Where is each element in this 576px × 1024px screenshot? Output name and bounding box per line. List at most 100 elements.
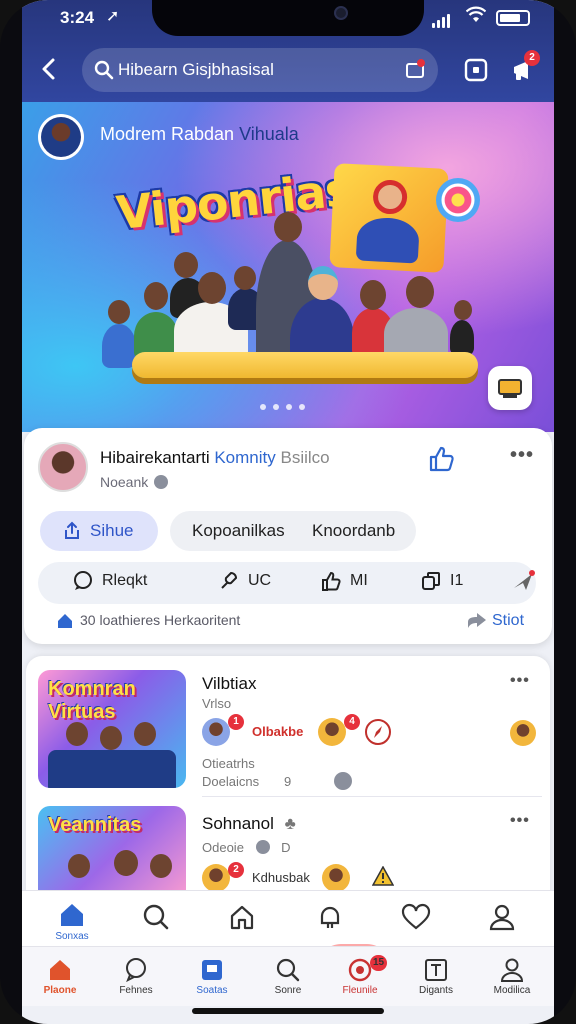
notch	[152, 0, 424, 36]
chip-avatar-2[interactable]	[322, 864, 350, 892]
house-icon	[58, 614, 72, 628]
person-icon	[500, 958, 524, 982]
tab-alerts[interactable]	[300, 903, 360, 931]
globe-icon	[255, 840, 270, 854]
tab-bar-primary: Sonxas	[22, 890, 554, 946]
tab-modilica[interactable]: Modilica	[482, 957, 542, 996]
chip-avatar-3[interactable]	[510, 720, 536, 746]
board-icon	[202, 960, 222, 980]
item-more-button[interactable]: •••	[510, 812, 530, 830]
like-button[interactable]	[426, 444, 456, 474]
person-icon	[489, 904, 515, 931]
bell-icon	[320, 906, 340, 928]
video-thumbnail[interactable]: Komnran Virtuas	[38, 670, 186, 788]
search-icon	[276, 958, 300, 982]
carousel-dots[interactable]	[260, 404, 305, 410]
search-icon	[94, 60, 114, 80]
post-author[interactable]: Hibairekantarti Komnity Bsiilco	[100, 448, 330, 468]
chip-avatar[interactable]	[202, 718, 230, 746]
tab-fleunile-badge: 15	[370, 955, 388, 971]
search-icon	[143, 904, 169, 930]
back-button[interactable]	[36, 56, 64, 84]
house-outline-icon	[230, 905, 254, 930]
divider	[202, 796, 542, 797]
send-icon	[514, 570, 535, 590]
chip-badge: 2	[228, 862, 244, 878]
item-meta: Vrlso	[202, 696, 232, 711]
notification-badge: 2	[524, 50, 540, 66]
tab-favorites[interactable]	[386, 903, 446, 931]
home-indicator[interactable]	[192, 1008, 384, 1014]
item-title[interactable]: Vilbtiax	[202, 674, 257, 694]
tab-search[interactable]	[126, 903, 186, 931]
location-arrow-icon: ➚	[106, 8, 120, 25]
camera-icon	[334, 6, 348, 20]
chip-label[interactable]: Kdhusbak	[252, 870, 310, 885]
reply-label: Rleqkt	[102, 572, 148, 589]
compass-icon[interactable]	[364, 718, 392, 746]
text-icon	[425, 959, 447, 981]
tab-home-label: Sonxas	[55, 931, 89, 942]
tab-plaone-label: Plaone	[43, 985, 77, 996]
chip-badge-2: 4	[344, 714, 360, 730]
warning-icon[interactable]	[372, 866, 394, 886]
app-header: 3:24 ➚ Hibearn Gisjbhasisal 2	[22, 0, 554, 102]
tab-fehnes-label: Fehnes	[119, 985, 153, 996]
comment-icon	[74, 571, 92, 590]
battery-icon	[496, 10, 530, 26]
chip-avatar[interactable]	[202, 864, 230, 892]
video-thumbnail[interactable]: Veannitas	[38, 806, 186, 896]
banner-action-button[interactable]	[488, 366, 532, 410]
thumbnail-title: Veannitas	[48, 814, 142, 836]
tab-soatas-label: Soatas	[196, 985, 228, 996]
swirl-decoration	[436, 178, 480, 222]
link-count: UC	[248, 572, 272, 589]
tab-sonre[interactable]: Sonre	[258, 957, 318, 996]
screen-button[interactable]	[462, 56, 490, 84]
share-button[interactable]: Sihue	[40, 511, 158, 551]
tag-pill[interactable]: Kopoanilkas Knoordanb	[170, 511, 416, 551]
item-title-text: Sohnanol	[202, 814, 274, 833]
post-more-button[interactable]: •••	[510, 444, 534, 467]
tab-plaone[interactable]: Plaone	[30, 957, 90, 996]
copy-icon	[422, 572, 440, 590]
author-avatar[interactable]	[38, 442, 88, 492]
channel-title-prefix: Modrem Rabdan	[100, 124, 240, 144]
tab-fleunile-label: Fleunile	[342, 985, 378, 996]
search-bar[interactable]: Hibearn Gisjbhasisal	[82, 48, 438, 92]
item-meta: Odeoie D	[202, 840, 291, 855]
upvote-count: MI	[350, 572, 368, 589]
tab-sonre-label: Sonre	[274, 985, 302, 996]
item-title[interactable]: Sohnanol ♣	[202, 814, 296, 834]
tab-bar-secondary: Plaone Fehnes Soatas Sonre 15 Fleunile D…	[22, 946, 554, 1006]
search-input[interactable]: Hibearn Gisjbhasisal	[118, 60, 274, 80]
notifications-button[interactable]: 2	[510, 50, 540, 84]
square-icon	[464, 58, 488, 82]
copy-count: I1	[450, 572, 464, 589]
tag-1[interactable]: Kopoanilkas	[192, 511, 285, 551]
tab-modilica-label: Modilica	[493, 985, 531, 996]
tab-soatas[interactable]: Soatas	[182, 957, 242, 996]
item-more-button[interactable]: •••	[510, 672, 530, 690]
cast-icon[interactable]	[404, 58, 428, 82]
post-time: Noeank	[100, 474, 149, 490]
tab-house[interactable]	[212, 903, 272, 931]
chip-label[interactable]: Olbakbe	[252, 724, 303, 739]
tab-fehnes[interactable]: Fehnes	[106, 957, 166, 996]
tab-home[interactable]: Sonxas	[42, 901, 102, 942]
arrow-icon	[334, 772, 352, 790]
chevron-left-icon	[42, 58, 55, 80]
hero-banner[interactable]: Modrem Rabdan Vihuala Viponrias	[22, 102, 554, 432]
tab-profile[interactable]	[472, 903, 532, 931]
share-label: Sihue	[90, 521, 134, 540]
post-actions-bar: Rleqkt UC MI I1	[38, 562, 536, 604]
tag-2[interactable]: Knoordanb	[312, 511, 395, 551]
start-label: Stiot	[492, 612, 525, 629]
banner-photo	[329, 163, 449, 273]
tab-fleunile[interactable]: 15 Fleunile	[330, 955, 390, 996]
chip-avatar-2[interactable]	[318, 718, 346, 746]
clover-icon: ♣	[284, 814, 296, 833]
channel-avatar[interactable]	[38, 114, 84, 160]
tab-digants-label: Digants	[419, 985, 453, 996]
tab-digants[interactable]: Digants	[406, 957, 466, 996]
